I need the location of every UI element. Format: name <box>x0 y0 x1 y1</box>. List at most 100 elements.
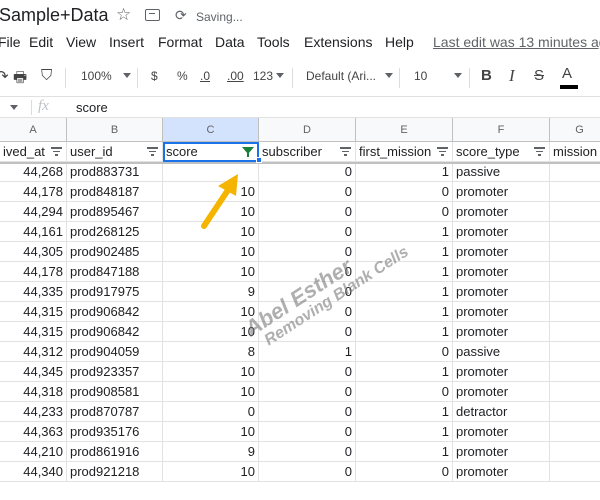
cell-mission[interactable] <box>550 162 600 182</box>
cell-mission[interactable] <box>550 462 600 482</box>
cell-subscriber[interactable]: 0 <box>259 322 356 342</box>
percent-format-button[interactable]: % <box>177 69 188 83</box>
column-header-f[interactable]: F <box>453 118 550 142</box>
cell-score[interactable]: 9 <box>163 442 259 462</box>
cell-user-id[interactable]: prod883731 <box>67 162 163 182</box>
cell-score-type[interactable]: promoter <box>453 462 550 482</box>
cell-received-at[interactable]: 44,210 <box>0 442 67 462</box>
cell-mission[interactable] <box>550 262 600 282</box>
currency-format-button[interactable]: $ <box>151 69 158 83</box>
cell-mission[interactable] <box>550 282 600 302</box>
cell-score-type[interactable]: promoter <box>453 222 550 242</box>
cell-received-at[interactable]: 44,335 <box>0 282 67 302</box>
cell-received-at[interactable]: 44,178 <box>0 262 67 282</box>
increase-decimal-button[interactable]: .00 <box>227 69 244 83</box>
cell-score[interactable]: 10 <box>163 262 259 282</box>
cell-first-mission[interactable]: 1 <box>356 402 453 422</box>
cell-user-id[interactable]: prod870787 <box>67 402 163 422</box>
cell-first-mission[interactable]: 1 <box>356 302 453 322</box>
font-select[interactable]: Default (Ari... <box>306 69 376 83</box>
strikethrough-button[interactable]: S <box>534 67 544 84</box>
cell-received-at[interactable]: 44,363 <box>0 422 67 442</box>
formula-input[interactable]: score <box>76 100 108 115</box>
cell-received-at[interactable]: 44,233 <box>0 402 67 422</box>
chevron-down-icon[interactable] <box>454 73 462 78</box>
cell-received-at[interactable]: 44,178 <box>0 182 67 202</box>
document-title[interactable]: Sample+Data <box>0 5 109 26</box>
cell-mission[interactable] <box>550 182 600 202</box>
cell-score[interactable]: 9 <box>163 282 259 302</box>
menu-extensions[interactable]: Extensions <box>304 34 372 50</box>
cell-user-id[interactable]: prod906842 <box>67 322 163 342</box>
filter-icon[interactable] <box>147 147 158 156</box>
cell-mission[interactable] <box>550 202 600 222</box>
cell-subscriber[interactable]: 0 <box>259 242 356 262</box>
cell-score[interactable]: 10 <box>163 422 259 442</box>
cell-user-id[interactable]: prod904059 <box>67 342 163 362</box>
cell-subscriber[interactable]: 1 <box>259 342 356 362</box>
column-header-g[interactable]: G <box>550 118 600 142</box>
header-cell-mission[interactable]: mission <box>550 142 600 162</box>
cell-user-id[interactable]: prod895467 <box>67 202 163 222</box>
cell-score-type[interactable]: promoter <box>453 282 550 302</box>
cell-subscriber[interactable]: 0 <box>259 202 356 222</box>
cell-first-mission[interactable]: 1 <box>356 282 453 302</box>
cell-mission[interactable] <box>550 362 600 382</box>
cell-score[interactable]: 0 <box>163 402 259 422</box>
cell-received-at[interactable]: 44,315 <box>0 302 67 322</box>
more-formats-button[interactable]: 123 <box>253 69 273 83</box>
cell-user-id[interactable]: prod921218 <box>67 462 163 482</box>
cell-first-mission[interactable]: 0 <box>356 382 453 402</box>
freeze-divider[interactable] <box>0 162 600 164</box>
redo-icon[interactable]: ↷ <box>0 67 9 85</box>
font-size-select[interactable]: 10 <box>414 69 427 83</box>
header-cell-first-mission[interactable]: first_mission <box>356 142 453 162</box>
cell-score-type[interactable]: detractor <box>453 402 550 422</box>
cell-received-at[interactable]: 44,340 <box>0 462 67 482</box>
cell-first-mission[interactable]: 1 <box>356 242 453 262</box>
cell-received-at[interactable]: 44,294 <box>0 202 67 222</box>
cell-first-mission[interactable]: 1 <box>356 162 453 182</box>
cell-score-type[interactable]: promoter <box>453 322 550 342</box>
cell-subscriber[interactable]: 0 <box>259 462 356 482</box>
menu-edit[interactable]: Edit <box>29 34 53 50</box>
cell-score-type[interactable]: promoter <box>453 262 550 282</box>
bold-button[interactable]: B <box>481 67 492 84</box>
cell-score-type[interactable]: promoter <box>453 182 550 202</box>
cell-mission[interactable] <box>550 302 600 322</box>
cell-subscriber[interactable]: 0 <box>259 282 356 302</box>
cell-subscriber[interactable]: 0 <box>259 262 356 282</box>
cell-subscriber[interactable]: 0 <box>259 382 356 402</box>
cell-received-at[interactable]: 44,318 <box>0 382 67 402</box>
cell-mission[interactable] <box>550 242 600 262</box>
cell-score[interactable]: 10 <box>163 302 259 322</box>
cell-subscriber[interactable]: 0 <box>259 222 356 242</box>
chevron-down-icon[interactable] <box>385 73 393 78</box>
cell-mission[interactable] <box>550 422 600 442</box>
paint-format-icon[interactable]: ⛉ <box>41 67 52 84</box>
cell-received-at[interactable]: 44,315 <box>0 322 67 342</box>
cell-score[interactable]: 10 <box>163 362 259 382</box>
filter-icon[interactable] <box>437 147 448 156</box>
cell-user-id[interactable]: prod847188 <box>67 262 163 282</box>
cell-first-mission[interactable]: 0 <box>356 462 453 482</box>
column-header-d[interactable]: D <box>259 118 356 142</box>
name-box-chevron-icon[interactable] <box>10 105 18 110</box>
cell-user-id[interactable]: prod906842 <box>67 302 163 322</box>
cell-mission[interactable] <box>550 382 600 402</box>
cell-subscriber[interactable]: 0 <box>259 302 356 322</box>
cell-first-mission[interactable]: 1 <box>356 262 453 282</box>
cell-received-at[interactable]: 44,345 <box>0 362 67 382</box>
cell-score-type[interactable]: promoter <box>453 382 550 402</box>
cell-received-at[interactable]: 44,161 <box>0 222 67 242</box>
chevron-down-icon[interactable] <box>123 73 131 78</box>
cell-subscriber[interactable]: 0 <box>259 402 356 422</box>
cell-first-mission[interactable]: 0 <box>356 202 453 222</box>
cell-user-id[interactable]: prod861916 <box>67 442 163 462</box>
cell-user-id[interactable]: prod908581 <box>67 382 163 402</box>
filter-active-icon[interactable] <box>242 147 254 157</box>
column-header-e[interactable]: E <box>356 118 453 142</box>
cell-first-mission[interactable]: 1 <box>356 222 453 242</box>
column-header-c[interactable]: C <box>163 118 259 142</box>
cell-score[interactable]: 10 <box>163 382 259 402</box>
